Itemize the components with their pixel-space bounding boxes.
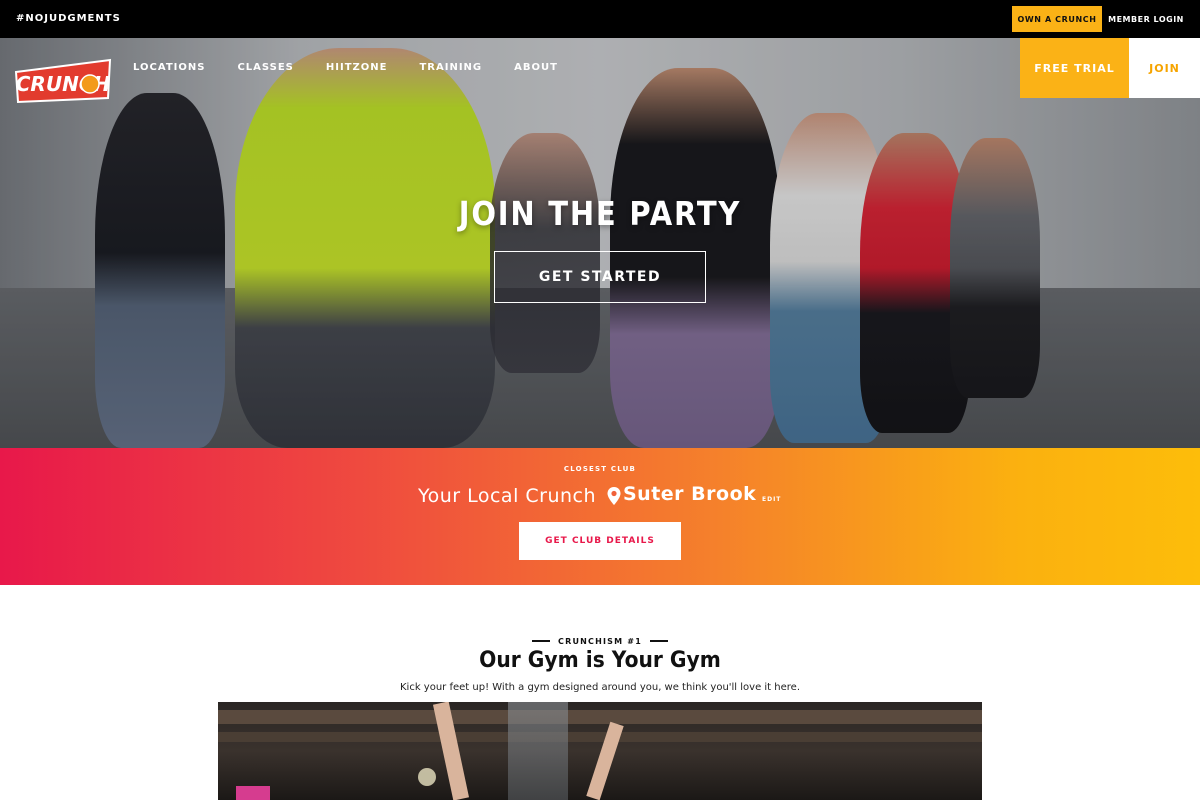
main-nav: LOCATIONS CLASSES HIITZONE TRAINING ABOU… — [133, 62, 590, 73]
nav-item-hiitzone[interactable]: HIITZONE — [326, 62, 388, 73]
club-name: Suter Brook — [623, 483, 757, 505]
section-subtext: Kick your feet up! With a gym designed a… — [399, 682, 800, 693]
join-button[interactable]: JOIN — [1129, 38, 1200, 98]
member-login-link[interactable]: MEMBER LOGIN — [1107, 6, 1185, 32]
free-trial-button[interactable]: FREE TRIAL — [1020, 38, 1129, 98]
nav-item-classes[interactable]: CLASSES — [237, 62, 293, 73]
closest-club-eyebrow: CLOSEST CLUB — [563, 465, 637, 473]
get-started-button[interactable]: GET STARTED — [494, 251, 706, 303]
get-club-details-button[interactable]: GET CLUB DETAILS — [519, 522, 681, 560]
tagline: #NOJUDGMENTS — [16, 13, 121, 24]
crunch-logo[interactable]: CRUNCH — [14, 52, 112, 106]
hero-section: JOIN THE PARTY GET STARTED — [0, 38, 1200, 448]
nav-item-about[interactable]: ABOUT — [514, 62, 558, 73]
gym-photo — [218, 702, 982, 800]
hero-overlay — [0, 38, 1200, 448]
edit-club-link[interactable]: EDIT — [762, 496, 781, 503]
hero-title: JOIN THE PARTY — [458, 194, 742, 233]
own-a-crunch-button[interactable]: OWN A CRUNCH — [1012, 6, 1102, 32]
eyebrow-dash-left — [532, 640, 551, 642]
crunchism-eyebrow-row: CRUNCHISM #1 — [0, 627, 1200, 646]
location-pin-icon — [606, 486, 622, 506]
closest-club-section: CLOSEST CLUB Your Local Crunch Suter Bro… — [0, 448, 1200, 585]
section-heading: Our Gym is Your Gym — [479, 648, 721, 673]
top-bar: #NOJUDGMENTS OWN A CRUNCH MEMBER LOGIN — [0, 0, 1200, 38]
eyebrow-dash-right — [649, 640, 668, 642]
nav-item-locations[interactable]: LOCATIONS — [133, 62, 205, 73]
nav-item-training[interactable]: TRAINING — [419, 62, 482, 73]
crunch-logo-mark: CRUNCH — [14, 58, 112, 104]
local-crunch-label: Your Local Crunch — [418, 485, 597, 507]
crunchism-eyebrow: CRUNCHISM #1 — [558, 636, 642, 646]
